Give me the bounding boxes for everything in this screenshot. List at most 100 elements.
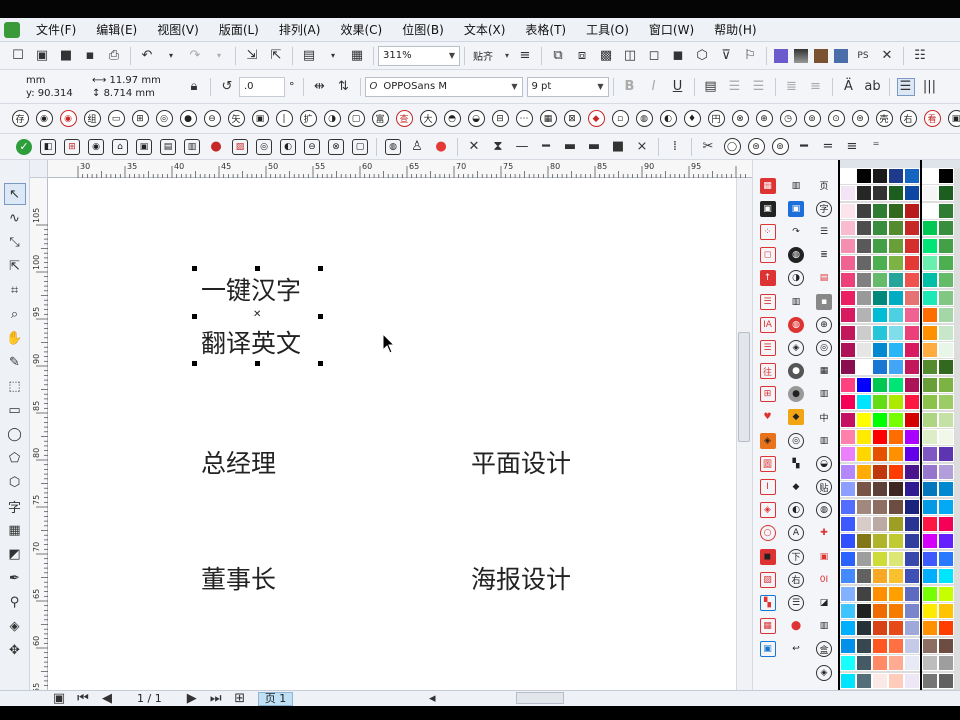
- color-swatch[interactable]: [872, 568, 888, 585]
- color-swatch[interactable]: [938, 185, 954, 202]
- color-swatch[interactable]: [922, 655, 938, 672]
- smart-fill-icon[interactable]: ⬚: [4, 375, 26, 397]
- color-swatch[interactable]: [904, 672, 920, 689]
- color-swatch[interactable]: [888, 655, 904, 672]
- plugin-button-16[interactable]: 富: [371, 110, 389, 127]
- docker-icon-24[interactable]: ↷: [788, 224, 804, 240]
- selection-handle-ml[interactable]: [192, 314, 197, 319]
- color-swatch[interactable]: [856, 533, 872, 550]
- color-swatch[interactable]: [856, 272, 872, 289]
- color-swatch[interactable]: [840, 533, 856, 550]
- plugin-button-30[interactable]: 円: [707, 110, 725, 127]
- color-swatch[interactable]: [938, 498, 954, 515]
- menu-edit[interactable]: 编辑(E): [86, 18, 147, 42]
- plugin-button-34[interactable]: ⊚: [803, 110, 821, 127]
- line-thin-icon[interactable]: —: [513, 138, 531, 156]
- color-swatch[interactable]: [888, 637, 904, 654]
- canvas-text-line2[interactable]: 翻译英文: [201, 329, 301, 359]
- plugin-button-28[interactable]: ◐: [659, 110, 677, 127]
- freehand-tool-icon[interactable]: ✎: [4, 351, 26, 373]
- plugin-button-41[interactable]: ◯: [723, 138, 741, 155]
- color-swatch[interactable]: [938, 463, 954, 480]
- menu-bitmaps[interactable]: 位图(B): [392, 18, 454, 42]
- line-heavy-icon[interactable]: ▬: [585, 138, 603, 156]
- color-swatch[interactable]: [888, 254, 904, 271]
- plugin-button-37[interactable]: 壳: [875, 110, 893, 127]
- line-bold-icon[interactable]: ■: [609, 138, 627, 156]
- color-swatch[interactable]: [888, 272, 904, 289]
- color-swatch[interactable]: [922, 620, 938, 637]
- color-swatch[interactable]: [904, 168, 920, 184]
- docker-icon-31[interactable]: ●: [788, 386, 804, 403]
- snap-to-dropdown[interactable]: 贴齐 ▾: [469, 46, 513, 66]
- color-swatch[interactable]: [888, 602, 904, 619]
- paragraph-format-icon[interactable]: ≡: [807, 78, 825, 96]
- color-swatch[interactable]: [888, 672, 904, 689]
- color-swatch[interactable]: [904, 655, 920, 672]
- color-swatch[interactable]: [872, 341, 888, 358]
- color-swatch[interactable]: [904, 428, 920, 445]
- plugin-button-27[interactable]: ◍: [635, 110, 653, 127]
- ruler-origin[interactable]: [30, 160, 48, 178]
- color-swatch[interactable]: [840, 446, 856, 463]
- color-swatch[interactable]: [888, 185, 904, 202]
- color-swatch[interactable]: [840, 237, 856, 254]
- y-position-value[interactable]: y: 90.314 mm: [26, 87, 76, 104]
- plugin-button-22[interactable]: ⋯: [515, 110, 533, 127]
- color-swatch[interactable]: [904, 637, 920, 654]
- line-thick-icon[interactable]: ▬: [561, 138, 579, 156]
- color-swatch[interactable]: [904, 272, 920, 289]
- color-swatch[interactable]: [872, 463, 888, 480]
- color-swatch[interactable]: [904, 498, 920, 515]
- palette-header-1[interactable]: [840, 160, 920, 168]
- color-swatch[interactable]: [856, 585, 872, 602]
- color-swatch[interactable]: [872, 428, 888, 445]
- color-swatch[interactable]: [922, 341, 938, 358]
- plugin-button-5[interactable]: ▭: [107, 110, 125, 127]
- color-swatch[interactable]: [872, 533, 888, 550]
- height-value-row[interactable]: ↕ 8.714 mm: [92, 87, 172, 100]
- docker-icon-64[interactable]: ◈: [816, 664, 832, 681]
- docker-icon-46[interactable]: ≣: [816, 247, 832, 263]
- pan-tool-icon[interactable]: ✋: [4, 327, 26, 349]
- plugin-button-20[interactable]: ◒: [467, 110, 485, 127]
- docker-icon-53[interactable]: 中: [816, 409, 832, 425]
- new-document-icon[interactable]: ☐: [9, 47, 27, 65]
- color-swatch[interactable]: [922, 307, 938, 324]
- color-swatch[interactable]: [938, 272, 954, 289]
- color-swatch[interactable]: [922, 550, 938, 567]
- color-swatch[interactable]: [888, 341, 904, 358]
- canvas-text-poster-design[interactable]: 海报设计: [471, 565, 571, 595]
- save-icon[interactable]: ■: [57, 47, 75, 65]
- selection-center-icon[interactable]: ✕: [253, 309, 261, 320]
- menu-text[interactable]: 文本(X): [454, 18, 516, 42]
- tool-button-2[interactable]: ⊞: [64, 138, 80, 155]
- docker-icon-29[interactable]: ◈: [788, 339, 804, 356]
- color-swatch[interactable]: [922, 168, 938, 184]
- color-swatch[interactable]: [904, 220, 920, 237]
- plugin-button-1[interactable]: 存: [11, 110, 29, 127]
- color-swatch[interactable]: [938, 359, 954, 376]
- plugin-button-35[interactable]: ⊙: [827, 110, 845, 127]
- vertical-ruler[interactable]: 105 100 95 90 85 80 75 70 65 60 55: [30, 178, 48, 693]
- color-swatch[interactable]: [938, 202, 954, 219]
- color-swatch[interactable]: [922, 272, 938, 289]
- docker-icon-42[interactable]: ↩: [788, 641, 804, 657]
- tool-button-10[interactable]: ◐: [280, 138, 296, 155]
- color-swatch[interactable]: [856, 324, 872, 341]
- menu-effects[interactable]: 效果(C): [330, 18, 392, 42]
- color-swatch[interactable]: [938, 550, 954, 567]
- color-swatch[interactable]: [904, 359, 920, 376]
- color-swatch[interactable]: [856, 463, 872, 480]
- color-swatch[interactable]: [840, 550, 856, 567]
- color-swatch[interactable]: [938, 411, 954, 428]
- color-swatch[interactable]: [856, 307, 872, 324]
- color-swatch[interactable]: [840, 498, 856, 515]
- color-swatch[interactable]: [840, 428, 856, 445]
- docker-icon-35[interactable]: ◆: [788, 479, 804, 495]
- docker-icon-38[interactable]: 下: [788, 548, 804, 565]
- plugin-button-9[interactable]: ⊖: [203, 110, 221, 127]
- basic-shapes-icon[interactable]: ⬡: [4, 471, 26, 493]
- weld-icon[interactable]: ◻: [645, 47, 663, 65]
- zoom-tool-icon[interactable]: ⌕: [4, 303, 26, 325]
